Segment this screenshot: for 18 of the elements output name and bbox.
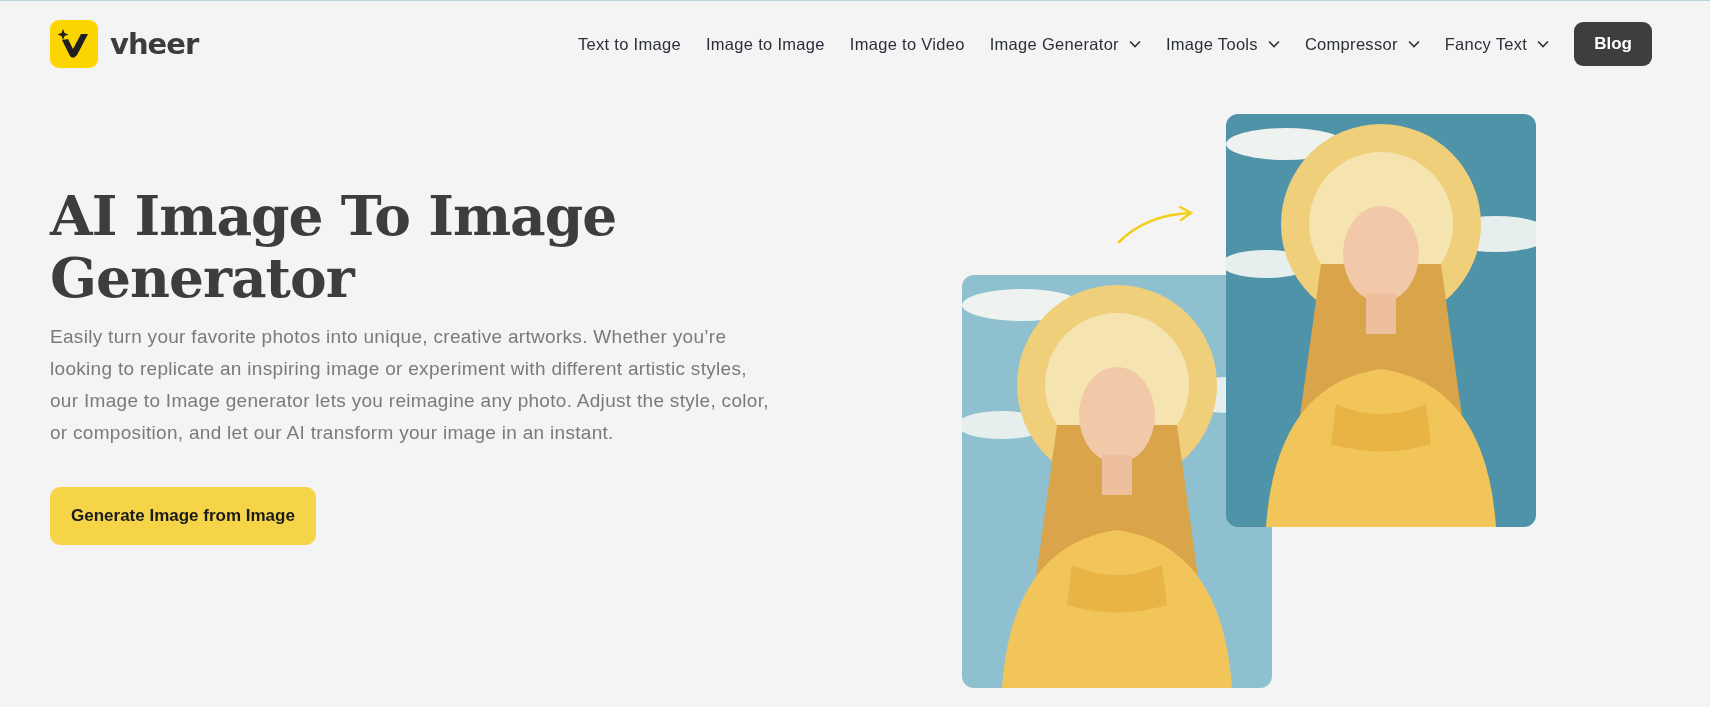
nav-link[interactable]: Image to Image [705,34,825,54]
curved-arrow-icon [1116,205,1196,245]
nav-dropdown[interactable]: Image Tools [1165,34,1280,54]
logo-icon[interactable] [50,20,98,68]
logo-text[interactable]: vheer [110,27,199,61]
caret-icon [1537,40,1550,48]
nav-link[interactable]: Image to Video [849,34,965,54]
hero-title: AI Image To Image Generator [50,185,618,309]
nav-dropdown[interactable]: Image Generator [989,34,1141,54]
blog-button[interactable]: Blog [1574,22,1652,66]
hero-description: Easily turn your favorite photos into unique, creative artworks. Whether you’re looking to replicate an inspiring image or experiment with different artistic styles, our Image to Image generator lets you reimagine any photo. Adjust the style, color, or composition, and let our AI transform your image in an instant. [50,325,770,445]
nav-dropdown[interactable]: Compressor [1304,34,1420,54]
generate-button[interactable]: Generate Image from Image [50,487,316,545]
caret-icon [1267,40,1280,48]
caret-icon [1128,40,1141,48]
nav-link[interactable]: Text to Image [577,34,681,54]
nav-dropdown[interactable]: Fancy Text [1444,34,1550,54]
caret-icon [1407,40,1420,48]
